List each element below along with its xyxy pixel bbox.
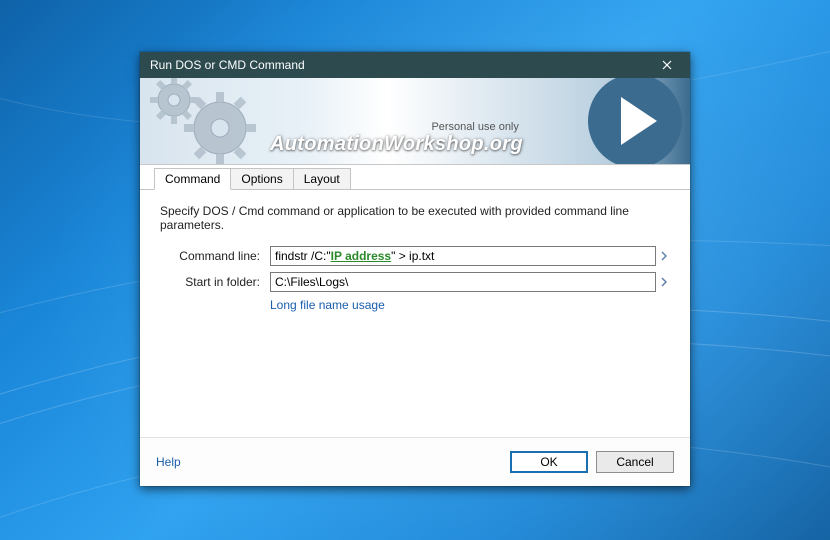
help-link[interactable]: Help (156, 455, 181, 469)
ok-button[interactable]: OK (510, 451, 588, 473)
start-folder-input[interactable]: C:\Files\Logs\ (270, 272, 656, 292)
banner: Personal use only AutomationWorkshop.org (140, 78, 690, 165)
tab-description: Specify DOS / Cmd command or application… (160, 204, 670, 232)
chevron-right-icon (661, 277, 667, 287)
tab-strip: Command Options Layout (140, 165, 690, 190)
tab-content-command: Specify DOS / Cmd command or application… (140, 190, 690, 437)
dialog-window: Run DOS or CMD Command (140, 52, 690, 486)
command-variable-token[interactable]: IP address (331, 249, 391, 263)
brand-title: AutomationWorkshop.org (270, 133, 523, 156)
long-file-name-link[interactable]: Long file name usage (270, 298, 385, 312)
brand-tagline: Personal use only (270, 121, 523, 133)
command-line-more-button[interactable] (656, 251, 670, 261)
close-button[interactable] (648, 55, 686, 75)
start-folder-more-button[interactable] (656, 277, 670, 287)
tab-command[interactable]: Command (154, 168, 231, 190)
titlebar: Run DOS or CMD Command (140, 52, 690, 78)
close-icon (662, 60, 672, 70)
branding: Personal use only AutomationWorkshop.org (270, 121, 523, 156)
play-icon (588, 78, 682, 165)
dialog-footer: Help OK Cancel (140, 437, 690, 486)
chevron-right-icon (661, 251, 667, 261)
tab-options[interactable]: Options (230, 168, 293, 189)
tab-layout[interactable]: Layout (293, 168, 351, 189)
window-title: Run DOS or CMD Command (150, 58, 305, 72)
command-line-label: Command line: (160, 249, 260, 263)
cancel-button[interactable]: Cancel (596, 451, 674, 473)
command-line-input[interactable]: findstr /C:"IP address" > ip.txt (270, 246, 656, 266)
start-folder-label: Start in folder: (160, 275, 260, 289)
